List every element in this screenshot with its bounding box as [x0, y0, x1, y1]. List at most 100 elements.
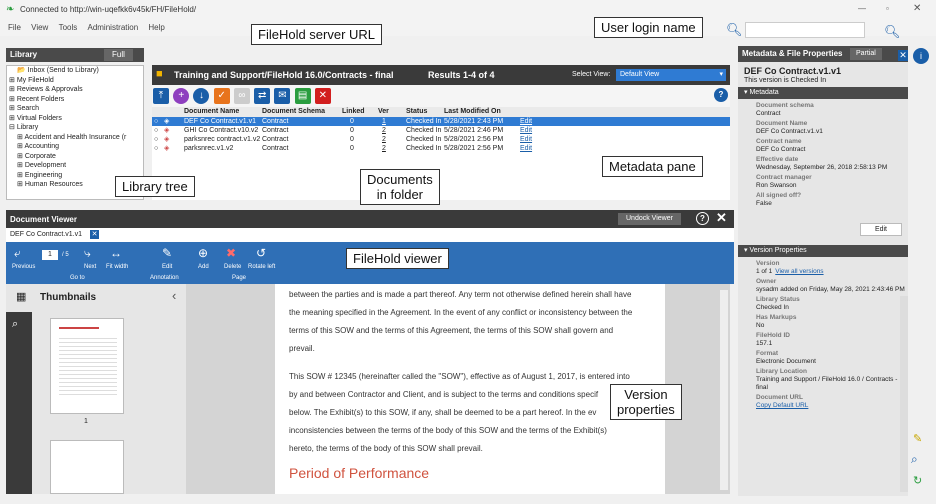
document-grid: Document Name Document Schema Linked Ver…	[152, 107, 730, 200]
checked-in-status: This version is Checked In	[744, 77, 827, 84]
rotate-left-button[interactable]: Rotate left	[248, 264, 275, 270]
view-all-versions-link[interactable]: View all versions	[775, 268, 823, 275]
table-row[interactable]: ○ ◈ parksnrec contract.v1.v2 Contract 0 2 Chec…	[152, 135, 730, 144]
col-document-name[interactable]: Document Name	[184, 107, 239, 117]
collapse-thumbnails-icon[interactable]: ‹	[172, 288, 176, 303]
add-page-icon[interactable]: ⊕	[198, 246, 208, 260]
search-panel-icon[interactable]: ⌕	[911, 452, 918, 467]
download-icon[interactable]: ↓	[193, 88, 210, 104]
metadata-section[interactable]: ▾ Metadata	[738, 87, 908, 99]
tree-item-my-filehold[interactable]: ⊞ My FileHold	[7, 76, 143, 86]
info-icon[interactable]: i	[913, 48, 929, 64]
tree-item-search[interactable]: ⊞ Search	[7, 104, 143, 114]
menu-help[interactable]: Help	[148, 23, 164, 32]
fit-width-button[interactable]: Fit width	[106, 264, 128, 270]
metadata-scrollbar[interactable]	[900, 296, 908, 492]
tree-item-corporate[interactable]: ⊞ Corporate	[7, 152, 143, 162]
menu-tools[interactable]: Tools	[59, 23, 78, 32]
tree-item-inbox[interactable]: 📂 Inbox (Send to Library)	[7, 66, 143, 76]
cell-edit[interactable]: Edit	[520, 144, 532, 153]
row-select-radio[interactable]: ○	[154, 126, 158, 135]
edit-annotation-button[interactable]: Edit	[162, 264, 172, 270]
col-schema[interactable]: Document Schema	[262, 107, 325, 117]
cell-edit[interactable]: Edit	[520, 135, 532, 144]
doc-scrollbar[interactable]	[720, 290, 728, 490]
tree-item-reviews[interactable]: ⊞ Reviews & Approvals	[7, 85, 143, 95]
close-icon[interactable]: ✕	[913, 3, 921, 14]
export-icon[interactable]: ▤	[294, 88, 311, 104]
fit-width-icon[interactable]: ↔	[110, 246, 122, 260]
workflow-icon[interactable]: ↻	[913, 474, 922, 487]
viewer-help-icon[interactable]: ?	[696, 212, 709, 225]
thumbnail-page-number: 1	[84, 418, 88, 425]
tree-item-recent[interactable]: ⊞ Recent Folders	[7, 95, 143, 105]
col-ver[interactable]: Ver	[378, 107, 389, 117]
viewer-close-icon[interactable]: ✕	[716, 210, 727, 226]
grid-view-icon[interactable]: ▦	[16, 290, 26, 303]
col-linked[interactable]: Linked	[342, 107, 365, 117]
next-button[interactable]: Next	[84, 264, 96, 270]
tree-item-development[interactable]: ⊞ Development	[7, 161, 143, 171]
menu-administration[interactable]: Administration	[87, 23, 138, 32]
tag-icon[interactable]: ✎	[913, 432, 922, 445]
row-select-radio[interactable]: ○	[154, 117, 158, 126]
undock-viewer-button[interactable]: Undock Viewer	[618, 213, 681, 225]
checkout-icon[interactable]: ✓	[213, 88, 230, 104]
row-select-radio[interactable]: ○	[154, 135, 158, 144]
cell-edit[interactable]: Edit	[520, 117, 532, 126]
delete-icon[interactable]: ✕	[314, 88, 331, 104]
property-field: Version 1 of 1 View all versions	[738, 260, 908, 276]
menu-view[interactable]: View	[31, 23, 48, 32]
property-label: Owner	[756, 278, 777, 285]
col-modified[interactable]: Last Modified On	[444, 107, 501, 117]
connection-text: Connected to http://win-uqefkk6v45k/FH/F…	[20, 5, 197, 14]
add-icon[interactable]: +	[173, 88, 190, 104]
folder-path: Training and Support/FileHold 16.0/Contr…	[174, 70, 394, 80]
delete-page-button[interactable]: Delete	[224, 264, 241, 270]
help-icon[interactable]: ?	[714, 88, 728, 102]
partial-button[interactable]: Partial	[850, 48, 882, 60]
document-text-line: the meaning specified in the Agreement. …	[289, 308, 633, 317]
delete-page-icon[interactable]: ✖	[226, 246, 236, 260]
menu-file[interactable]: File	[8, 23, 21, 32]
table-row[interactable]: ○ ◈ DEF Co Contract.v1.v1 Contract 0 1 Checked…	[152, 117, 730, 126]
copy-url-link[interactable]: Copy Default URL	[756, 402, 908, 410]
version-section[interactable]: ▾ Version Properties	[738, 245, 908, 257]
callout-version: Version properties	[610, 384, 682, 420]
move-icon[interactable]: ⇄	[254, 88, 271, 104]
tree-item-accounting[interactable]: ⊞ Accounting	[7, 142, 143, 152]
add-page-button[interactable]: Add	[198, 264, 209, 270]
minimize-icon[interactable]: —	[858, 4, 866, 13]
next-page-icon[interactable]: ⤷	[84, 246, 91, 261]
cell-edit[interactable]: Edit	[520, 126, 532, 135]
col-status[interactable]: Status	[406, 107, 427, 117]
email-icon[interactable]: ✉	[274, 88, 291, 104]
open-icon[interactable]: ⤒	[153, 88, 169, 104]
cell-linked: 0	[350, 118, 354, 125]
page-number-input[interactable]: 1	[42, 250, 58, 260]
link-icon[interactable]: ∞	[233, 88, 250, 104]
previous-button[interactable]: Previous	[12, 264, 35, 270]
tree-item-accident[interactable]: ⊞ Accident and Health Insurance (r	[7, 133, 143, 143]
tree-item-library[interactable]: ⊟ Library	[7, 123, 143, 133]
viewer-tab[interactable]: DEF Co Contract.v1.v1	[10, 231, 82, 238]
metadata-close-icon[interactable]: ✕	[898, 50, 908, 61]
maximize-icon[interactable]: ▫	[886, 4, 889, 13]
library-full-button[interactable]: Full	[104, 49, 133, 61]
search-input[interactable]	[745, 22, 865, 38]
rotate-left-icon[interactable]: ↺	[256, 246, 266, 260]
metadata-edit-button[interactable]: Edit	[859, 223, 902, 236]
table-row[interactable]: ○ ◈ GHI Co Contract.v10.v2 Contract 0 2 Checke…	[152, 126, 730, 135]
select-view-dropdown[interactable]: Default View ▾	[616, 69, 726, 81]
thumbnail-page-1[interactable]	[50, 318, 124, 414]
advanced-search-icon[interactable]: 🔍︎	[884, 24, 901, 40]
search-icon[interactable]: 🔍︎	[726, 22, 743, 38]
tab-close-icon[interactable]: ✕	[90, 230, 99, 239]
edit-annotation-icon[interactable]: ✎	[162, 246, 172, 260]
previous-page-icon[interactable]: ⤶	[14, 246, 21, 261]
thumbnail-page-2[interactable]	[50, 440, 124, 494]
row-select-radio[interactable]: ○	[154, 144, 158, 153]
table-row[interactable]: ○ ◈ parksnrec.v1.v2 Contract 0 2 Checked In 5/2…	[152, 144, 730, 153]
tree-item-virtual[interactable]: ⊞ Virtual Folders	[7, 114, 143, 124]
search-document-icon[interactable]: ⌕	[12, 318, 18, 331]
